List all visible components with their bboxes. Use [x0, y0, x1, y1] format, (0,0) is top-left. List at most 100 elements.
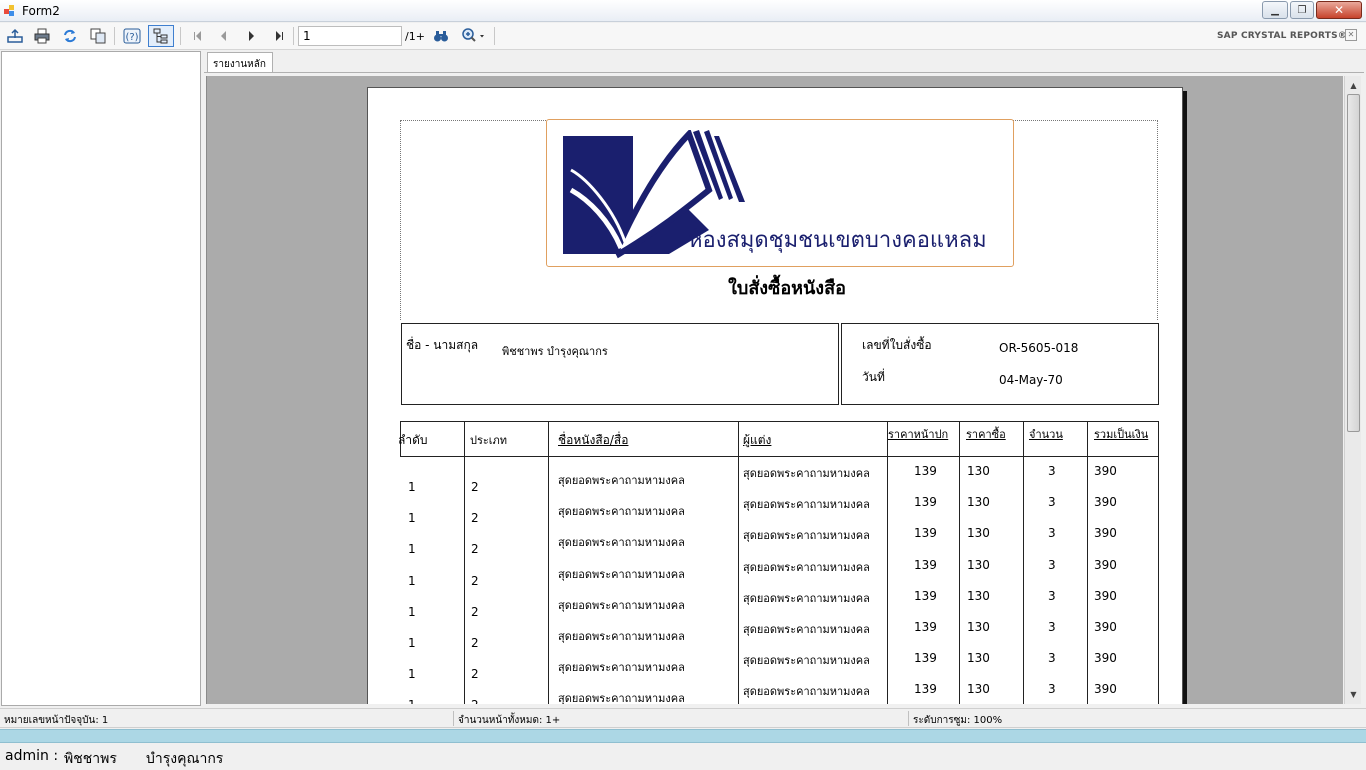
table-cell-no: 1	[408, 511, 416, 526]
table-cell-qty: 3	[1048, 620, 1056, 634]
logged-in-user-bar: admin : พิชชาพร บำรุงคุณากร	[0, 744, 1366, 768]
table-cell-total: 390	[1094, 588, 1117, 603]
prev-page-button[interactable]	[212, 25, 234, 47]
table-cell-author: สุดยอดพระคาถามหามงคล	[743, 560, 870, 574]
column-header: รวมเป็นเงิน	[1094, 428, 1149, 441]
table-cell-type: 2	[471, 604, 479, 619]
table-cell-no: 1	[408, 636, 416, 650]
crystal-toolbar: (?) 1 /1+ SAP CRYSTAL REPORTS® ✕	[0, 23, 1366, 50]
table-cell-qty: 3	[1048, 588, 1056, 603]
table-cell-no: 1	[408, 573, 416, 588]
table-cell-author: สุดยอดพระคาถามหามงคล	[743, 685, 870, 699]
table-cell-author: สุดยอดพระคาถามหามงคล	[743, 591, 870, 605]
table-cell-type: 2	[471, 480, 479, 494]
table-cell-total: 390	[1094, 651, 1117, 666]
user-first-name: พิชชาพร	[64, 751, 117, 767]
vertical-scrollbar[interactable]: ▲ ▼	[1344, 76, 1361, 704]
close-button[interactable]: ✕	[1316, 1, 1362, 19]
column-header: ประเภท	[470, 434, 508, 447]
table-cell-no: 1	[408, 480, 416, 494]
page-number-input[interactable]: 1	[298, 26, 402, 46]
crystal-reports-brand: SAP CRYSTAL REPORTS®	[1217, 31, 1347, 41]
customer-info-box: ชื่อ - นามสกุล พิชชาพร บำรุงคุณากร	[401, 323, 839, 405]
table-cell-title: สุดยอดพระคาถามหามงคล	[558, 692, 685, 704]
table-cell-total: 390	[1094, 495, 1117, 510]
next-page-button[interactable]	[240, 25, 262, 47]
zoom-icon	[462, 28, 484, 42]
column-header: ชื่อหนังสือ/สื่อ	[558, 433, 629, 447]
table-cell-price: 130	[967, 588, 990, 603]
table-cell-no: 1	[408, 604, 416, 619]
zoom-dropdown[interactable]	[458, 25, 488, 47]
table-cell-total: 390	[1094, 682, 1117, 697]
table-cell-qty: 3	[1048, 495, 1056, 510]
first-page-button[interactable]	[186, 25, 208, 47]
copy-button[interactable]	[87, 25, 109, 47]
column-header: ราคาหน้าปก	[888, 428, 949, 441]
order-number-value: OR-5605-018	[999, 341, 1079, 355]
table-cell-title: สุดยอดพระคาถามหามงคล	[558, 474, 685, 487]
column-header: ผู้แต่ง	[743, 433, 772, 447]
table-cell-cover-price: 139	[914, 620, 937, 634]
table-cell-title: สุดยอดพระคาถามหามงคล	[558, 505, 685, 519]
toolbar-separator	[293, 27, 294, 45]
toolbar-separator	[180, 27, 181, 45]
svg-text:(?): (?)	[125, 32, 138, 43]
last-page-button[interactable]	[268, 25, 290, 47]
table-cell-title: สุดยอดพระคาถามหามงคล	[558, 661, 685, 675]
report-viewer[interactable]: ห้องสมุดชุมชนเขตบางคอแหลม ใบสั่งซื้อหนัง…	[206, 76, 1343, 704]
first-page-icon	[193, 31, 201, 41]
current-page-status: หมายเลขหน้าปัจจุบัน: 1	[4, 715, 109, 726]
table-cell-total: 390	[1094, 557, 1117, 572]
table-cell-qty: 3	[1048, 557, 1056, 572]
table-cell-type: 2	[471, 542, 479, 557]
table-cell-author: สุดยอดพระคาถามหามงคล	[743, 654, 870, 668]
table-cell-price: 130	[967, 682, 990, 697]
order-number-label: เลขที่ใบสั่งซื้อ	[862, 338, 932, 352]
maximize-button[interactable]: ❐	[1290, 1, 1314, 19]
user-label: admin :	[5, 748, 59, 764]
table-cell-price: 130	[967, 557, 990, 572]
user-last-name: บำรุงคุณากร	[146, 751, 224, 767]
refresh-button[interactable]	[59, 25, 81, 47]
minimize-button[interactable]: ▁	[1262, 1, 1288, 19]
zoom-status: ระดับการซูม: 100%	[913, 715, 1003, 726]
library-logo: ห้องสมุดชุมชนเขตบางคอแหลม	[546, 119, 1014, 267]
report-page: ห้องสมุดชุมชนเขตบางคอแหลม ใบสั่งซื้อหนัง…	[367, 87, 1183, 704]
help-button[interactable]: (?)	[121, 25, 143, 47]
column-header: ราคาซื้อ	[966, 428, 1006, 441]
group-tree-panel[interactable]	[1, 51, 201, 706]
table-cell-cover-price: 139	[914, 526, 937, 541]
tab-main-report[interactable]: รายงานหลัก	[207, 52, 273, 72]
table-cell-qty: 3	[1048, 651, 1056, 666]
scroll-up-icon[interactable]: ▲	[1346, 77, 1361, 93]
table-cell-cover-price: 139	[914, 682, 937, 697]
group-tree-icon	[153, 28, 168, 44]
column-header: ลำดับ	[398, 433, 428, 447]
table-cell-price: 130	[967, 464, 990, 478]
name-value: พิชชาพร บำรุงคุณากร	[502, 345, 608, 358]
table-cell-type: 2	[471, 667, 479, 682]
table-cell-cover-price: 139	[914, 588, 937, 603]
toggle-group-tree-button[interactable]	[148, 25, 174, 47]
form-app-icon	[4, 5, 14, 16]
find-button[interactable]	[430, 25, 452, 47]
table-cell-type: 2	[471, 511, 479, 526]
order-info-box: เลขที่ใบสั่งซื้อ OR-5605-018 วันที่ 04-M…	[841, 323, 1159, 405]
scroll-thumb[interactable]	[1347, 94, 1360, 432]
total-pages-status: จำนวนหน้าทั้งหมด: 1+	[458, 715, 561, 726]
order-date-value: 04-May-70	[999, 373, 1063, 387]
report-title: ใบสั่งซื้อหนังสือ	[728, 278, 846, 299]
table-cell-price: 130	[967, 526, 990, 541]
scroll-down-icon[interactable]: ▼	[1346, 686, 1361, 702]
next-page-icon	[248, 31, 254, 41]
toolbar-close-button[interactable]: ✕	[1345, 29, 1357, 41]
copy-icon	[90, 28, 106, 44]
export-icon	[7, 28, 23, 43]
print-button[interactable]	[31, 25, 53, 47]
progress-strip	[0, 729, 1366, 743]
table-cell-author: สุดยอดพระคาถามหามงคล	[743, 498, 870, 512]
export-button[interactable]	[4, 25, 26, 47]
table-cell-cover-price: 139	[914, 557, 937, 572]
name-label: ชื่อ - นามสกุล	[406, 338, 479, 352]
